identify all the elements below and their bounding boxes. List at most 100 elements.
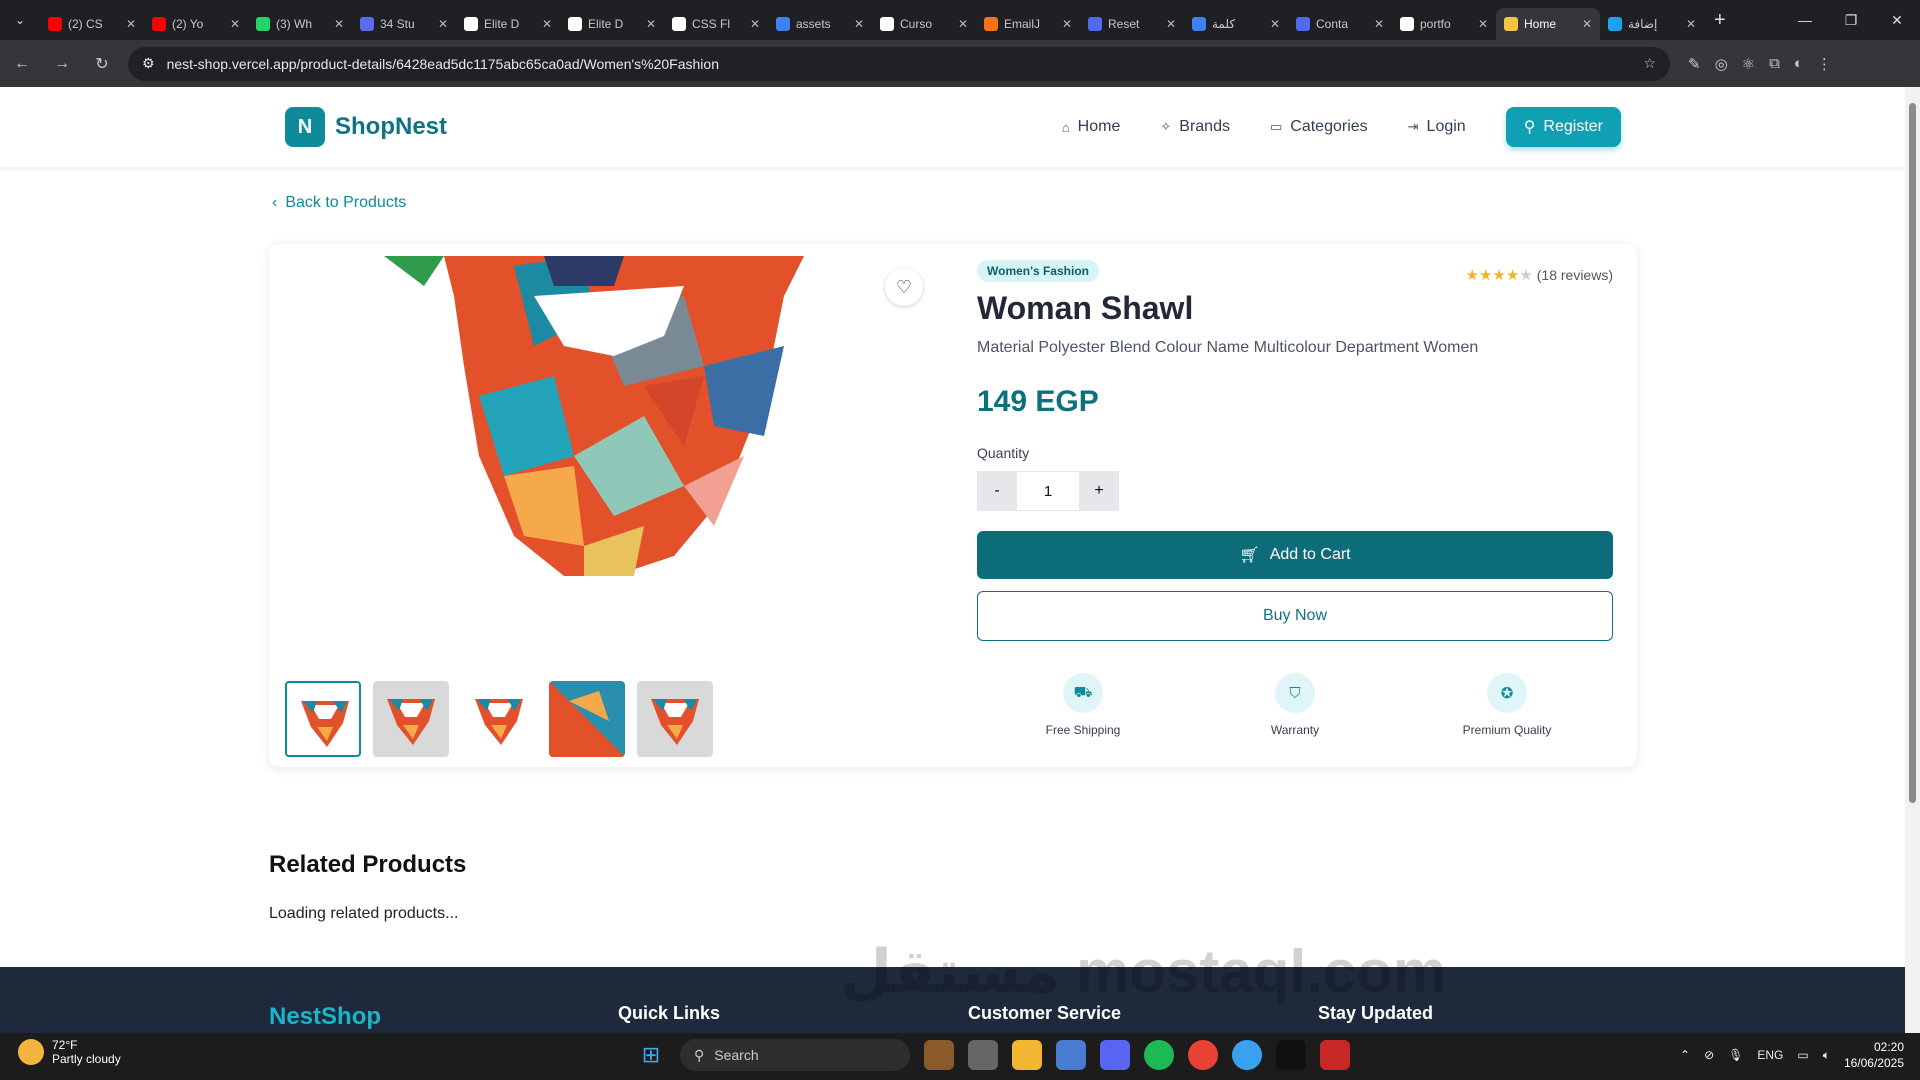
tab-close-icon[interactable]: ✕ (1062, 17, 1072, 31)
widgets-icon[interactable] (924, 1040, 954, 1070)
tab-close-icon[interactable]: ✕ (1270, 17, 1280, 31)
app-icon[interactable] (1232, 1040, 1262, 1070)
wishlist-heart-icon[interactable]: ♡ (885, 268, 923, 306)
browser-tab[interactable]: portfo ✕ (1392, 8, 1496, 40)
record-icon[interactable]: ◎ (1715, 55, 1728, 73)
tab-close-icon[interactable]: ✕ (1374, 17, 1384, 31)
chrome-icon[interactable] (1188, 1040, 1218, 1070)
browser-tab[interactable]: Elite D ✕ (456, 8, 560, 40)
back-arrow-icon[interactable]: ← (4, 46, 40, 82)
tab-close-icon[interactable]: ✕ (750, 17, 760, 31)
task-view-icon[interactable] (968, 1040, 998, 1070)
shield-icon: ⛉ (1275, 673, 1315, 713)
browser-tab[interactable]: (3) Wh ✕ (248, 8, 352, 40)
profile-avatar-icon[interactable]: ◐ (1794, 55, 1803, 73)
quantity-increase-button[interactable]: + (1079, 471, 1119, 511)
spotify-icon[interactable] (1144, 1040, 1174, 1070)
system-tray: ⌃ ⊘ 🎙︎ ENG ▭ 🔈︎ 02:20 16/06/2025 (1680, 1039, 1904, 1071)
buy-now-button[interactable]: Buy Now (977, 591, 1613, 641)
close-window-icon[interactable]: ✕ (1874, 0, 1920, 40)
review-count[interactable]: (18 reviews) (1537, 267, 1613, 283)
nav-brands[interactable]: ✧ Brands (1160, 118, 1230, 136)
browser-menu-icon[interactable]: ⋮ (1817, 55, 1832, 73)
site-info-icon[interactable]: ⚙ (142, 55, 155, 72)
react-icon[interactable]: ⚛ (1742, 55, 1755, 73)
nav-home-label: Home (1077, 118, 1121, 135)
nav-login[interactable]: ⇥ Login (1408, 118, 1466, 136)
clock[interactable]: 02:20 16/06/2025 (1844, 1039, 1904, 1071)
product-thumbnail[interactable] (373, 681, 449, 757)
product-main-image[interactable] (384, 256, 804, 576)
browser-tab[interactable]: EmailJ ✕ (976, 8, 1080, 40)
nav-home[interactable]: ⌂ Home (1062, 118, 1121, 136)
product-thumbnail[interactable] (285, 681, 361, 757)
chevron-up-icon[interactable]: ⌃ (1680, 1048, 1690, 1062)
register-button[interactable]: ⚲ Register (1505, 107, 1621, 147)
product-thumbnail[interactable] (549, 681, 625, 757)
tab-close-icon[interactable]: ✕ (1582, 17, 1592, 31)
minimize-icon[interactable]: — (1782, 0, 1828, 40)
screenshot-app-icon[interactable] (1320, 1040, 1350, 1070)
tab-title: إضافة (1628, 17, 1658, 31)
scrollbar-thumb[interactable] (1909, 103, 1916, 803)
site-logo[interactable]: N ShopNest (285, 107, 447, 147)
browser-tab[interactable]: Conta ✕ (1288, 8, 1392, 40)
tab-close-icon[interactable]: ✕ (1478, 17, 1488, 31)
tab-close-icon[interactable]: ✕ (958, 17, 968, 31)
browser-tab[interactable]: 34 Stu ✕ (352, 8, 456, 40)
tab-close-icon[interactable]: ✕ (854, 17, 864, 31)
tab-close-icon[interactable]: ✕ (1686, 17, 1696, 31)
nav-categories[interactable]: ▭ Categories (1270, 118, 1368, 136)
browser-tab[interactable]: Home ✕ (1496, 8, 1600, 40)
tab-close-icon[interactable]: ✕ (542, 17, 552, 31)
tab-search-icon[interactable]: ⌄ (0, 0, 40, 40)
clock-time: 02:20 (1873, 1040, 1904, 1054)
browser-tab[interactable]: إضافة ✕ (1600, 8, 1704, 40)
address-bar[interactable]: ⚙ nest-shop.vercel.app/product-details/6… (128, 46, 1670, 81)
file-explorer-icon[interactable] (1012, 1040, 1042, 1070)
cursor-app-icon[interactable] (1276, 1040, 1306, 1070)
quantity-decrease-button[interactable]: - (977, 471, 1017, 511)
quantity-input[interactable]: 1 (1017, 471, 1079, 511)
restore-icon[interactable]: ❐ (1828, 0, 1874, 40)
browser-tab[interactable]: assets ✕ (768, 8, 872, 40)
microphone-icon[interactable]: 🎙︎ (1728, 1048, 1743, 1062)
add-to-cart-button[interactable]: 🛒︎ Add to Cart (977, 531, 1613, 579)
weather-widget[interactable]: 72°F Partly cloudy (18, 1038, 121, 1066)
volume-icon[interactable]: 🔈︎ (1823, 1048, 1830, 1063)
eyedropper-icon[interactable]: ✎ (1688, 55, 1701, 73)
browser-tab[interactable]: (2) CS ✕ (40, 8, 144, 40)
tab-close-icon[interactable]: ✕ (646, 17, 656, 31)
bookmark-star-icon[interactable]: ☆ (1643, 55, 1656, 72)
discord-icon[interactable] (1100, 1040, 1130, 1070)
network-off-icon[interactable]: ⊘ (1704, 1048, 1714, 1062)
reload-icon[interactable]: ↻ (84, 46, 120, 82)
forward-arrow-icon[interactable]: → (44, 46, 80, 82)
product-description: Material Polyester Blend Colour Name Mul… (977, 339, 1479, 356)
product-thumbnail[interactable] (461, 681, 537, 757)
browser-tab[interactable]: CSS Fl ✕ (664, 8, 768, 40)
tab-favicon-icon (1088, 17, 1102, 31)
product-thumbnail[interactable] (637, 681, 713, 757)
tab-close-icon[interactable]: ✕ (334, 17, 344, 31)
tab-favicon-icon (48, 17, 62, 31)
extensions-puzzle-icon[interactable]: ⧉ (1769, 55, 1780, 73)
browser-tab[interactable]: كلمة ✕ (1184, 8, 1288, 40)
store-icon[interactable] (1056, 1040, 1086, 1070)
tab-close-icon[interactable]: ✕ (1166, 17, 1176, 31)
new-tab-button[interactable]: + (1714, 9, 1726, 32)
windows-start-icon[interactable]: ⊞ (636, 1040, 666, 1070)
browser-tab[interactable]: Curso ✕ (872, 8, 976, 40)
tab-close-icon[interactable]: ✕ (438, 17, 448, 31)
taskbar-search[interactable]: ⚲ Search (680, 1039, 910, 1071)
tab-close-icon[interactable]: ✕ (126, 17, 136, 31)
browser-tab[interactable]: Elite D ✕ (560, 8, 664, 40)
browser-tab[interactable]: Reset ✕ (1080, 8, 1184, 40)
footer-brand: NestShop (269, 1003, 382, 1030)
tab-close-icon[interactable]: ✕ (230, 17, 240, 31)
browser-tab[interactable]: (2) Yo ✕ (144, 8, 248, 40)
language-indicator[interactable]: ENG (1757, 1048, 1783, 1062)
display-icon[interactable]: ▭ (1797, 1048, 1808, 1062)
back-to-products-link[interactable]: ‹ Back to Products (272, 194, 406, 212)
page-scrollbar[interactable] (1905, 87, 1920, 1033)
